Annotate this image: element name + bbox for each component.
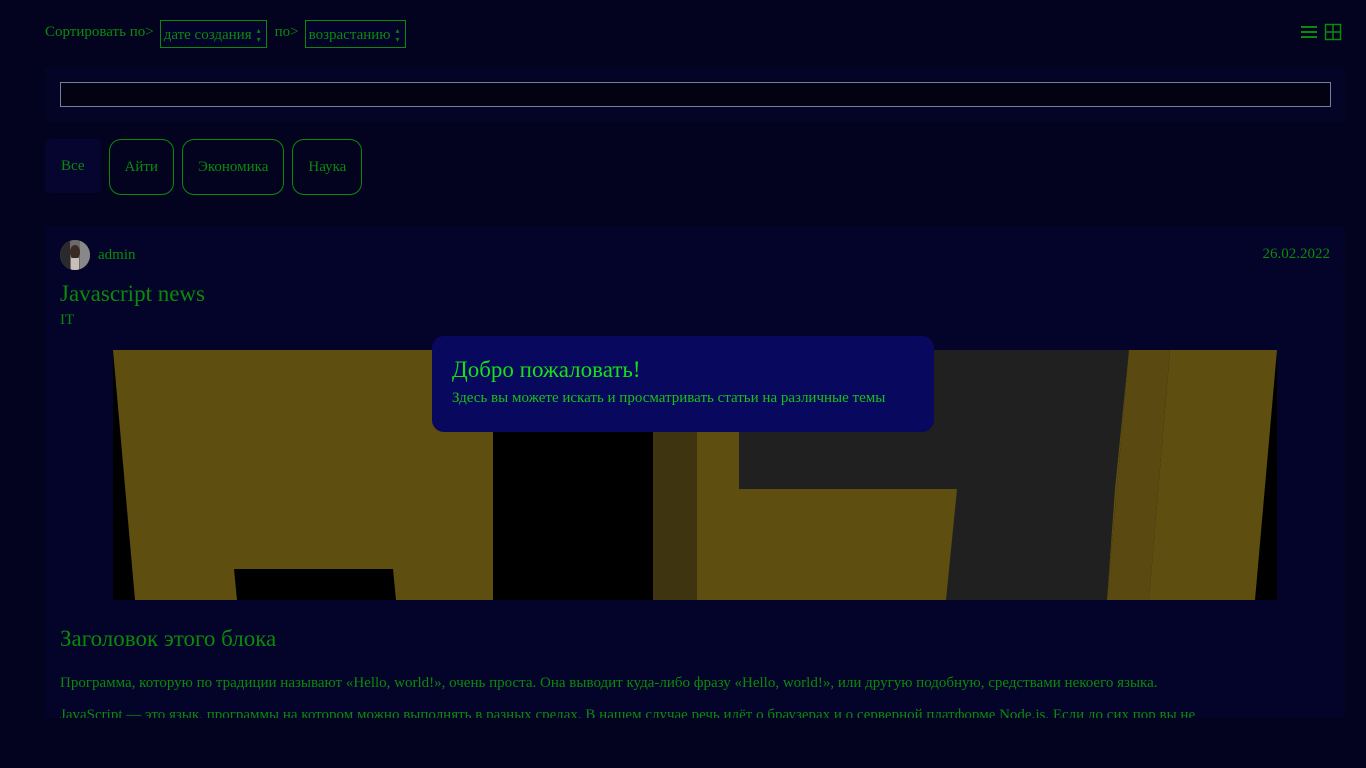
toast-subtitle: Здесь вы можете искать и просматривать с…	[452, 390, 886, 406]
grid-icon[interactable]	[1324, 23, 1342, 41]
toast-title: Добро пожаловать!	[452, 357, 641, 382]
post-title[interactable]: Javascript news	[60, 281, 205, 307]
tab-all[interactable]: Все	[45, 139, 101, 193]
sort-field-value: дате создания	[163, 27, 252, 43]
tab-it[interactable]: Айти	[108, 139, 174, 195]
sort-order-label: по>	[274, 24, 299, 40]
author-name[interactable]: admin	[98, 247, 136, 264]
post-card[interactable]: admin 26.02.2022 Javascript news IT Заго…	[45, 226, 1345, 718]
sort-field-select[interactable]: дате создания ▴ ▾	[159, 20, 267, 48]
sort-by-label: Сортировать по>	[45, 24, 154, 40]
block-title: Заголовок этого блока	[60, 626, 277, 651]
list-icon[interactable]	[1300, 23, 1318, 41]
view-toggle	[1300, 23, 1342, 41]
post-paragraph: JavaScript — это язык, программы на кото…	[60, 707, 1196, 718]
search-panel	[45, 68, 1345, 122]
sort-order-value: возрастанию	[308, 27, 391, 43]
select-arrows-icon: ▴ ▾	[256, 26, 261, 44]
welcome-toast: Добро пожаловать! Здесь вы можете искать…	[432, 336, 934, 432]
select-arrows-icon: ▴ ▾	[395, 26, 400, 44]
tab-economics[interactable]: Экономика	[181, 139, 285, 195]
sort-order-select[interactable]: возрастанию ▴ ▾	[304, 20, 406, 48]
post-author: admin	[60, 240, 136, 270]
post-date: 26.02.2022	[1262, 246, 1331, 262]
post-paragraph: Программа, которую по традиции называют …	[60, 675, 1158, 691]
post-category: IT	[60, 312, 75, 328]
tab-science[interactable]: Наука	[292, 139, 363, 195]
sort-bar: Сортировать по> дате создания ▴ ▾ по> воз…	[45, 20, 406, 48]
category-tabs: Все Айти Экономика Наука	[45, 139, 363, 195]
avatar	[60, 240, 90, 270]
search-input[interactable]	[60, 82, 1331, 107]
